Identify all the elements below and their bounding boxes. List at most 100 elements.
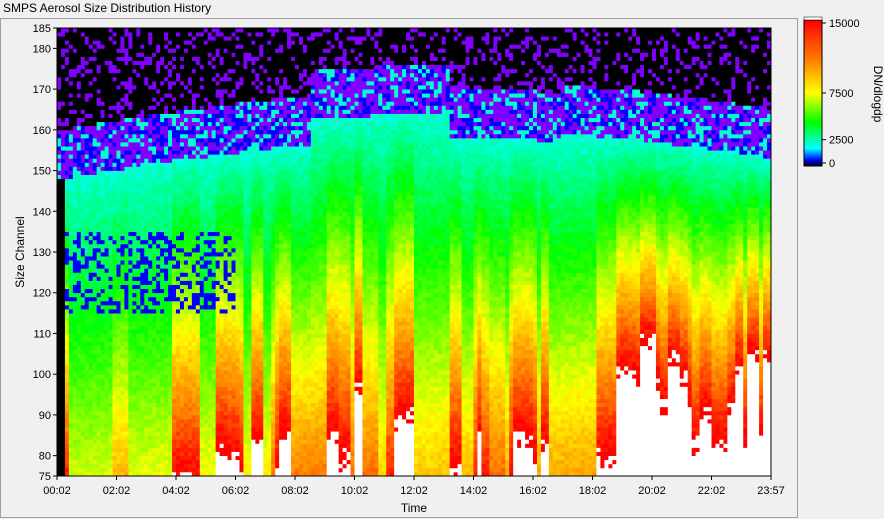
heatmap-cell [120, 28, 125, 33]
heatmap-cell [136, 235, 141, 241]
heatmap-cell [219, 36, 224, 41]
heatmap-cell [104, 150, 109, 155]
heatmap-cell [219, 325, 224, 330]
heatmap-cell [104, 137, 109, 143]
heatmap-cell [168, 260, 173, 265]
heatmap-cell [179, 406, 185, 412]
heatmap-cell [160, 390, 165, 395]
heatmap-cell [172, 28, 177, 33]
heatmap-cell [84, 272, 90, 277]
heatmap-cell [124, 309, 129, 314]
heatmap-cell [183, 146, 189, 151]
heatmap-cell [203, 207, 209, 212]
heatmap-cell [60, 215, 66, 220]
heatmap-cell [148, 300, 153, 306]
heatmap-cell [187, 260, 193, 265]
heatmap-cell [96, 182, 102, 188]
heatmap-cell [207, 215, 213, 220]
heatmap-cell [112, 199, 117, 204]
heatmap-cell [140, 28, 145, 33]
heatmap-cell [152, 142, 157, 147]
heatmap-cell [191, 121, 197, 127]
heatmap-cell [104, 467, 109, 473]
heatmap-cell [199, 235, 205, 241]
heatmap-cell [140, 451, 145, 457]
heatmap-cell [124, 264, 129, 269]
heatmap-cell [132, 288, 137, 294]
heatmap-cell [195, 162, 201, 167]
heatmap-cell [76, 414, 82, 420]
heatmap-cell [96, 68, 102, 74]
heatmap-cell [183, 443, 189, 448]
heatmap-cell [128, 89, 133, 94]
heatmap-cell [148, 150, 153, 155]
heatmap-cell [223, 219, 228, 224]
heatmap-cell [72, 146, 78, 151]
heatmap-cell [124, 317, 129, 322]
heatmap-cell [68, 341, 74, 347]
heatmap-cell [231, 97, 236, 102]
heatmap-cell [152, 60, 157, 66]
heatmap-cell [227, 256, 232, 261]
heatmap-cell [64, 97, 70, 102]
heatmap-cell [128, 398, 133, 404]
heatmap-cell [195, 97, 201, 102]
heatmap-cell [156, 304, 161, 310]
heatmap-cell [156, 97, 161, 102]
heatmap-cell [144, 292, 149, 298]
heatmap-cell [80, 435, 86, 440]
heatmap-cell [148, 203, 153, 208]
heatmap-cell [64, 345, 70, 351]
heatmap-cell [92, 219, 98, 224]
heatmap-cell [84, 247, 90, 253]
heatmap-cell [128, 154, 133, 159]
heatmap-cell [124, 321, 129, 326]
heatmap-cell [57, 423, 62, 428]
heatmap-cell [108, 439, 113, 444]
heatmap-cell [96, 272, 102, 277]
heatmap-cell [152, 304, 157, 310]
heatmap-cell [160, 378, 165, 383]
heatmap-cell [108, 89, 113, 94]
heatmap-cell [179, 304, 185, 310]
heatmap-cell [152, 276, 157, 281]
heatmap-cell [116, 451, 121, 457]
heatmap-cell [120, 133, 125, 139]
heatmap-cell [140, 272, 145, 277]
heatmap-cell [219, 186, 224, 192]
heatmap-cell [64, 455, 70, 461]
heatmap-cell [124, 231, 129, 237]
heatmap-cell [84, 154, 90, 159]
heatmap-cell [160, 56, 165, 61]
heatmap-cell [207, 44, 213, 49]
heatmap-cell [223, 349, 228, 355]
heatmap-cell [136, 304, 141, 310]
heatmap-cell [140, 276, 145, 281]
heatmap-cell [72, 264, 78, 269]
heatmap-cell [144, 162, 149, 167]
heatmap-cell [104, 186, 109, 192]
heatmap-cell [84, 117, 90, 123]
heatmap-cell [144, 325, 149, 330]
heatmap-cell [104, 101, 109, 106]
heatmap-cell [104, 56, 109, 61]
heatmap-cell [84, 56, 90, 61]
heatmap-cell [191, 186, 197, 192]
heatmap-cell [104, 439, 109, 444]
heatmap-cell [96, 32, 102, 37]
heatmap-cell [136, 211, 141, 216]
heatmap-cell [80, 182, 86, 188]
heatmap-cell [195, 276, 201, 281]
heatmap-cell [156, 459, 161, 465]
heatmap-cell [191, 410, 197, 416]
heatmap-cell [176, 170, 181, 176]
heatmap-cell [164, 207, 169, 212]
heatmap-cell [152, 337, 157, 342]
heatmap-cell [183, 178, 189, 184]
heatmap-cell [187, 386, 193, 391]
heatmap-cell [227, 435, 232, 440]
heatmap-cell [144, 129, 149, 135]
heatmap-cell [160, 353, 165, 359]
heatmap-cell [72, 276, 78, 281]
heatmap-cell [207, 211, 213, 216]
